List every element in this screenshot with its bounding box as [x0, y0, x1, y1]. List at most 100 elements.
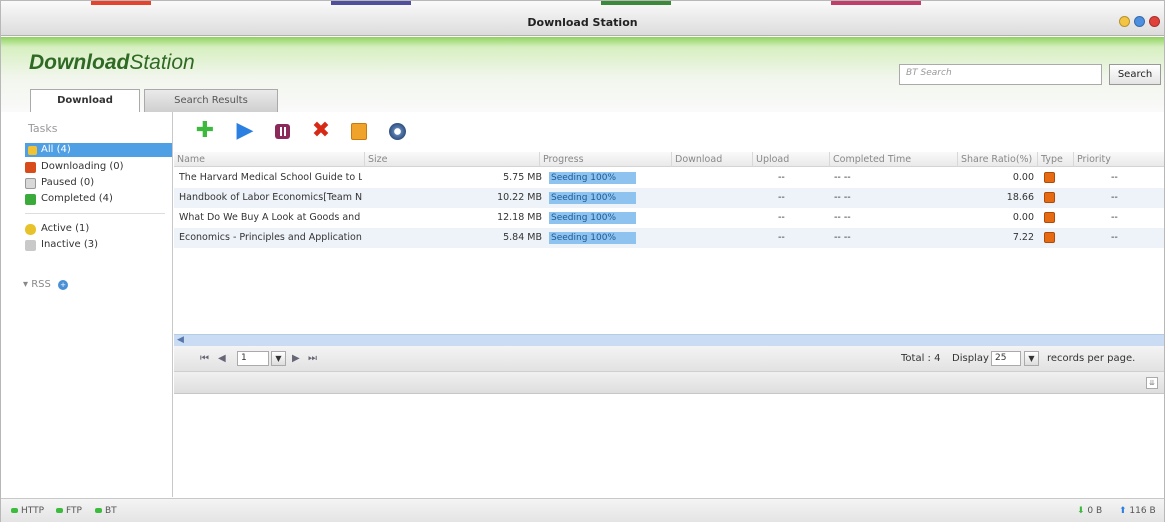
rss-add-icon[interactable]: + — [58, 280, 69, 290]
sidebar-item-all[interactable]: All (4) — [25, 143, 172, 157]
sidebar-item-paused[interactable]: Paused (0) — [25, 176, 167, 190]
download-station-window: Download Station DownloadStation BT Sear… — [0, 0, 1165, 522]
detail-panel-bar — [174, 372, 1164, 394]
tasks-heading: Tasks — [28, 122, 58, 135]
col-size[interactable]: Size — [364, 152, 414, 167]
cell-name: Economics - Principles and Applications … — [179, 232, 362, 243]
expand-panel-icon[interactable]: ⇊ — [1146, 377, 1158, 389]
up-arrow-icon: ⬆ — [1119, 506, 1127, 516]
col-progress[interactable]: Progress — [539, 152, 669, 167]
pause-square — [275, 124, 290, 139]
tasks-sidebar: Tasks All (4) Downloading (0) Paused (0)… — [1, 112, 173, 497]
table-row[interactable]: Economics - Principles and Applications … — [174, 228, 1164, 248]
last-page-icon[interactable]: ⏭ — [308, 352, 317, 366]
completed-icon — [25, 194, 36, 205]
prev-page-icon[interactable]: ◀ — [218, 352, 226, 366]
status-bar: HTTP FTP BT ⬇ 0 B ⬆ 116 B — [1, 498, 1164, 522]
cell-upload: -- — [778, 192, 785, 203]
tab-download[interactable]: Download — [30, 89, 140, 113]
add-icon[interactable]: ✚ — [192, 118, 218, 144]
page-number-input[interactable]: 1 — [237, 351, 269, 366]
cell-share-ratio: 18.66 — [1006, 192, 1034, 203]
clear-list-icon[interactable] — [346, 118, 372, 144]
progress-bar: Seeding 100% — [549, 232, 636, 244]
pause-icon[interactable] — [270, 118, 296, 144]
table-row[interactable]: Handbook of Labor Economics[Team Nanban]… — [174, 188, 1164, 208]
inactive-icon — [25, 240, 36, 251]
downloading-icon — [25, 162, 36, 173]
cell-size: 10.22 MB — [497, 192, 542, 203]
pause-bar — [280, 127, 282, 136]
down-arrow-icon: ⬇ — [1077, 506, 1085, 516]
sidebar-item-active[interactable]: Active (1) — [25, 222, 167, 236]
col-completed-time[interactable]: Completed Time — [829, 152, 957, 167]
horizontal-scrollbar[interactable]: ◀ — [174, 334, 1164, 346]
rss-section[interactable]: ▾ RSS + — [23, 279, 69, 290]
cell-completed-time: -- -- — [834, 172, 851, 183]
col-name[interactable]: Name — [174, 152, 364, 167]
progress-bar: Seeding 100% — [549, 172, 636, 184]
sidebar-item-inactive[interactable]: Inactive (3) — [25, 238, 167, 252]
col-upload[interactable]: Upload — [752, 152, 827, 167]
window-titlebar: Download Station — [1, 1, 1164, 36]
all-icon — [28, 146, 37, 155]
cell-size: 5.84 MB — [503, 232, 542, 243]
cell-completed-time: -- -- — [834, 232, 851, 243]
page-dropdown-icon[interactable]: ▼ — [271, 351, 286, 366]
active-icon — [25, 224, 36, 235]
start-icon[interactable]: ▶ — [232, 118, 258, 144]
pause-bar — [284, 127, 286, 136]
download-speed: ⬇ 0 B — [1077, 506, 1103, 516]
delete-icon[interactable]: ✖ — [308, 118, 334, 144]
cell-upload: -- — [778, 212, 785, 223]
records-per-page-label: records per page. — [1047, 353, 1136, 364]
bt-icon — [1044, 212, 1055, 223]
display-label: Display — [952, 353, 989, 364]
cell-priority: -- — [1111, 232, 1118, 243]
bt-icon — [1044, 172, 1055, 183]
cell-size: 5.75 MB — [503, 172, 542, 183]
app-header: DownloadStation BT Search Search Downloa… — [1, 37, 1164, 113]
cell-share-ratio: 7.22 — [1012, 232, 1034, 243]
window-title: Download Station — [527, 16, 638, 29]
col-download[interactable]: Download — [671, 152, 751, 167]
table-row[interactable]: The Harvard Medical School Guide to Lowe… — [174, 168, 1164, 188]
task-grid-header: Name Size Progress Download Upload Compl… — [174, 152, 1164, 167]
cell-completed-time: -- -- — [834, 212, 851, 223]
bt-search-input[interactable]: BT Search — [899, 64, 1102, 85]
settings-icon[interactable] — [384, 118, 410, 144]
records-per-page-select[interactable]: 25 — [991, 351, 1021, 366]
tab-search-results[interactable]: Search Results — [144, 89, 278, 112]
cell-priority: -- — [1111, 212, 1118, 223]
col-type[interactable]: Type — [1037, 152, 1073, 167]
progress-bar: Seeding 100% — [549, 192, 636, 204]
first-page-icon[interactable]: ⏮ — [200, 352, 209, 366]
sidebar-item-downloading[interactable]: Downloading (0) — [25, 160, 167, 174]
bt-icon — [1044, 192, 1055, 203]
cell-priority: -- — [1111, 192, 1118, 203]
task-toolbar: ✚ ▶ ✖ — [174, 113, 1164, 151]
search-button[interactable]: Search — [1109, 64, 1161, 85]
cell-share-ratio: 0.00 — [1012, 212, 1034, 223]
records-dropdown-icon[interactable]: ▼ — [1024, 351, 1039, 366]
col-share-ratio[interactable]: Share Ratio(%) — [957, 152, 1037, 167]
maximize-icon[interactable] — [1134, 16, 1145, 27]
decor-stripe — [331, 1, 411, 5]
progress-bar: Seeding 100% — [549, 212, 636, 224]
minimize-icon[interactable] — [1119, 16, 1130, 27]
sidebar-item-completed[interactable]: Completed (4) — [25, 192, 167, 206]
cell-name: The Harvard Medical School Guide to Lowe… — [179, 172, 362, 183]
http-status-icon — [11, 508, 18, 513]
status-ftp: FTP — [56, 499, 82, 523]
scroll-left-icon[interactable]: ◀ — [177, 335, 184, 346]
bt-status-icon — [95, 508, 102, 513]
pagination-bar: ⏮ ◀ 1 ▼ ▶ ⏭ Total : 4 Display 25 ▼ recor… — [174, 346, 1164, 372]
next-page-icon[interactable]: ▶ — [292, 352, 300, 366]
decor-stripe — [831, 1, 921, 5]
cell-upload: -- — [778, 232, 785, 243]
col-priority[interactable]: Priority — [1073, 152, 1164, 167]
list-box — [351, 123, 367, 140]
close-icon[interactable] — [1149, 16, 1160, 27]
table-row[interactable]: What Do We Buy A Look at Goods and Servi… — [174, 208, 1164, 228]
expand-arrow-icon[interactable]: ▾ — [23, 279, 28, 290]
